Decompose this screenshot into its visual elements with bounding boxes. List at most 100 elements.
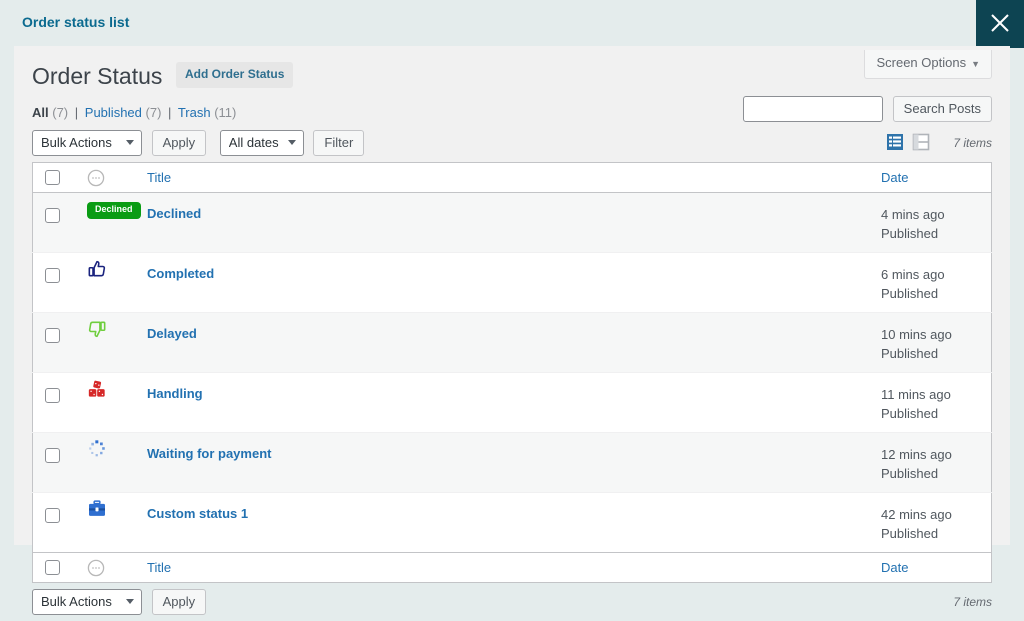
row-select-cell — [32, 371, 87, 433]
search-box: Search Posts — [743, 96, 992, 122]
row-icon-cell — [87, 311, 147, 373]
status-count-trash: (11) — [214, 104, 237, 120]
select-all-footer — [32, 551, 87, 583]
apply-button-bottom[interactable]: Apply — [151, 588, 207, 615]
order-status-table: Title Date Declined Declined 4 mins ago … — [32, 161, 992, 583]
row-date-relative: 12 mins ago — [881, 446, 952, 462]
circle-dots-icon — [87, 169, 105, 187]
row-icon-cell — [87, 491, 147, 553]
row-title-link[interactable]: Handling — [147, 381, 203, 401]
tablenav-bottom: Bulk Actions Apply 7 items — [32, 588, 992, 621]
close-button[interactable] — [976, 0, 1024, 48]
table-row: Waiting for payment 12 mins ago Publishe… — [32, 431, 992, 493]
icon-column-footer — [87, 551, 147, 583]
spinner-icon — [89, 440, 105, 457]
row-title-link[interactable]: Declined — [147, 201, 201, 221]
select-all-header — [32, 162, 87, 193]
row-title-cell: Handling — [147, 371, 881, 433]
apply-button-top[interactable]: Apply — [151, 129, 207, 156]
row-checkbox[interactable] — [45, 387, 60, 403]
row-date-relative: 42 mins ago — [881, 506, 952, 522]
row-select-cell — [32, 491, 87, 553]
sort-by-date-link[interactable]: Date — [881, 163, 908, 185]
bulk-actions-select-bottom[interactable]: Bulk Actions — [32, 588, 142, 615]
row-checkbox[interactable] — [45, 207, 60, 223]
row-title-link[interactable]: Custom status 1 — [147, 501, 248, 521]
row-date-cell: 10 mins ago Published — [881, 311, 992, 373]
items-count-top: 7 items — [953, 135, 992, 150]
items-count-bottom: 7 items — [953, 594, 992, 609]
separator: | — [168, 104, 172, 120]
select-all-checkbox-top[interactable] — [45, 169, 60, 185]
dice-icon — [88, 380, 105, 397]
sort-by-date-link-bottom[interactable]: Date — [881, 553, 908, 575]
row-select-cell — [32, 431, 87, 493]
list-view-icon[interactable] — [886, 133, 904, 154]
bulk-actions-wrap: Bulk Actions — [32, 129, 142, 156]
row-date-status: Published — [881, 286, 939, 302]
row-date-status: Published — [881, 466, 939, 482]
circle-dots-icon — [87, 559, 105, 577]
date-filter-wrap: All dates — [219, 129, 304, 156]
row-checkbox[interactable] — [45, 267, 60, 283]
status-link-trash[interactable]: Trash — [178, 105, 211, 120]
table-footer-row: Title Date — [32, 551, 992, 583]
sort-by-title-link[interactable]: Title — [147, 163, 171, 185]
bulk-actions-wrap-bottom: Bulk Actions — [32, 588, 142, 615]
row-date-status: Published — [881, 406, 939, 422]
row-date-relative: 4 mins ago — [881, 206, 945, 222]
row-checkbox[interactable] — [45, 327, 60, 343]
row-icon-cell — [87, 251, 147, 313]
row-date-cell: 12 mins ago Published — [881, 431, 992, 493]
search-input[interactable] — [743, 96, 884, 122]
bulk-actions-select[interactable]: Bulk Actions — [32, 129, 142, 156]
row-select-cell — [33, 192, 88, 252]
date-column-footer: Date — [881, 551, 992, 583]
thumbs-up-icon — [88, 260, 106, 277]
status-count-all: (7) — [52, 104, 69, 120]
row-title-cell: Declined — [147, 192, 881, 252]
row-icon-cell — [87, 371, 147, 433]
filter-button[interactable]: Filter — [313, 129, 365, 156]
row-title-link[interactable]: Waiting for payment — [147, 441, 271, 461]
add-order-status-button[interactable]: Add Order Status — [176, 62, 294, 88]
table-header-row: Title Date — [32, 162, 992, 193]
date-filter-select[interactable]: All dates — [219, 129, 304, 156]
row-select-cell — [32, 251, 87, 313]
row-checkbox[interactable] — [45, 507, 60, 523]
title-column-header: Title — [147, 162, 881, 193]
row-checkbox[interactable] — [45, 447, 60, 463]
row-icon-cell — [87, 431, 147, 493]
row-date-cell: 6 mins ago Published — [881, 251, 992, 313]
row-date-relative: 11 mins ago — [881, 386, 951, 402]
row-title-link[interactable]: Completed — [147, 261, 214, 281]
status-count-published: (7) — [145, 104, 162, 120]
table-row: Handling 11 mins ago Published — [32, 371, 992, 433]
excerpt-view-icon[interactable] — [912, 133, 930, 154]
view-switch — [882, 133, 930, 154]
row-date-relative: 6 mins ago — [881, 266, 945, 282]
declined-badge: Declined — [87, 201, 141, 219]
sort-by-title-link-bottom[interactable]: Title — [147, 553, 171, 575]
icon-column-header — [87, 162, 147, 193]
admin-panel: Screen Options ▼ Order Status Add Order S… — [14, 46, 1010, 615]
table-row: Delayed 10 mins ago Published — [32, 311, 992, 373]
row-date-status: Published — [881, 526, 939, 542]
row-title-cell: Custom status 1 — [147, 491, 881, 553]
tablenav-top: Bulk Actions Apply All dates Filter 7 it… — [32, 129, 992, 162]
modal-topbar: Order status list — [0, 0, 1024, 48]
row-title-link[interactable]: Delayed — [147, 321, 197, 341]
row-date-status: Published — [881, 346, 939, 362]
row-title-cell: Delayed — [147, 311, 881, 373]
modal-title: Order status list — [22, 14, 130, 30]
table-row: Custom status 1 42 mins ago Published — [32, 491, 992, 553]
date-column-header: Date — [881, 162, 992, 193]
row-select-cell — [32, 311, 87, 373]
search-submit-button[interactable]: Search Posts — [892, 96, 992, 122]
status-link-all[interactable]: All — [32, 105, 49, 120]
table-body: Declined Declined 4 mins ago Published C… — [32, 192, 992, 553]
separator: | — [74, 104, 79, 120]
status-link-published[interactable]: Published — [85, 105, 142, 120]
row-date-cell: 11 mins ago Published — [881, 371, 992, 433]
table-row: Completed 6 mins ago Published — [32, 251, 992, 313]
